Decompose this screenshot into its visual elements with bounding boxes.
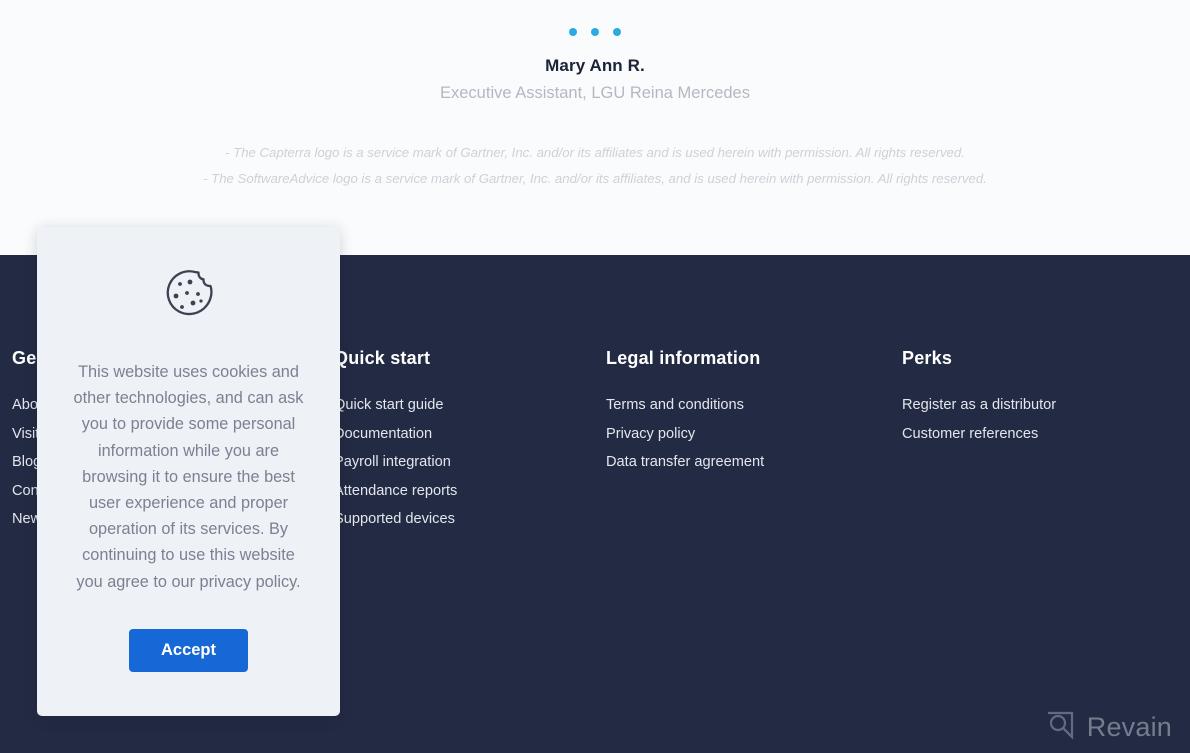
footer-column-perks: Perks Register as a distributor Customer… [890, 348, 1180, 534]
footer-link-supported-devices[interactable]: Supported devices [334, 505, 594, 534]
footer-column-title: Perks [902, 348, 953, 368]
cookie-consent-message: This website uses cookies and other tech… [73, 363, 304, 591]
carousel-dots[interactable] [0, 28, 1190, 36]
footer-link-attendance-reports[interactable]: Attendance reports [334, 477, 594, 506]
footer-link-terms-and-conditions[interactable]: Terms and conditions [606, 391, 890, 420]
testimonial-author-role: Executive Assistant, LGU Reina Mercedes [440, 84, 750, 102]
footer-column-legal-information: Legal information Terms and conditions P… [594, 348, 890, 534]
footer-link-register-as-a-distributor[interactable]: Register as a distributor [902, 391, 1180, 420]
revain-logo-icon [1045, 710, 1075, 745]
footer-link-privacy-policy[interactable]: Privacy policy [606, 420, 890, 449]
carousel-dot-3[interactable] [613, 28, 621, 36]
cookie-icon [157, 265, 221, 329]
carousel-dot-1[interactable] [569, 28, 577, 36]
testimonial-author-name: Mary Ann R. [545, 56, 645, 75]
footer-link-customer-references[interactable]: Customer references [902, 420, 1180, 449]
revain-watermark-label: Revain [1086, 712, 1172, 742]
footer-link-quick-start-guide[interactable]: Quick start guide [334, 391, 594, 420]
revain-watermark: Revain [1045, 710, 1172, 745]
accept-cookies-button[interactable]: Accept [128, 628, 249, 672]
carousel-dot-2[interactable] [591, 28, 599, 36]
footer-column-quick-start: Quick start Quick start guide Documentat… [322, 348, 594, 534]
footer-column-title: Legal information [606, 348, 761, 368]
capterra-disclaimer: - The Capterra logo is a service mark of… [225, 145, 965, 160]
softwareadvice-disclaimer: - The SoftwareAdvice logo is a service m… [203, 171, 987, 186]
footer-link-documentation[interactable]: Documentation [334, 420, 594, 449]
page-root: Mary Ann R. Executive Assistant, LGU Rei… [0, 0, 1190, 753]
footer-link-data-transfer-agreement[interactable]: Data transfer agreement [606, 448, 890, 477]
footer-column-title: Quick start [334, 348, 431, 368]
cookie-consent-dialog: This website uses cookies and other tech… [37, 227, 340, 716]
legal-disclaimers: - The Capterra logo is a service mark of… [0, 140, 1190, 192]
testimonial-block: Mary Ann R. Executive Assistant, LGU Rei… [0, 0, 1190, 103]
footer-link-payroll-integration[interactable]: Payroll integration [334, 448, 594, 477]
